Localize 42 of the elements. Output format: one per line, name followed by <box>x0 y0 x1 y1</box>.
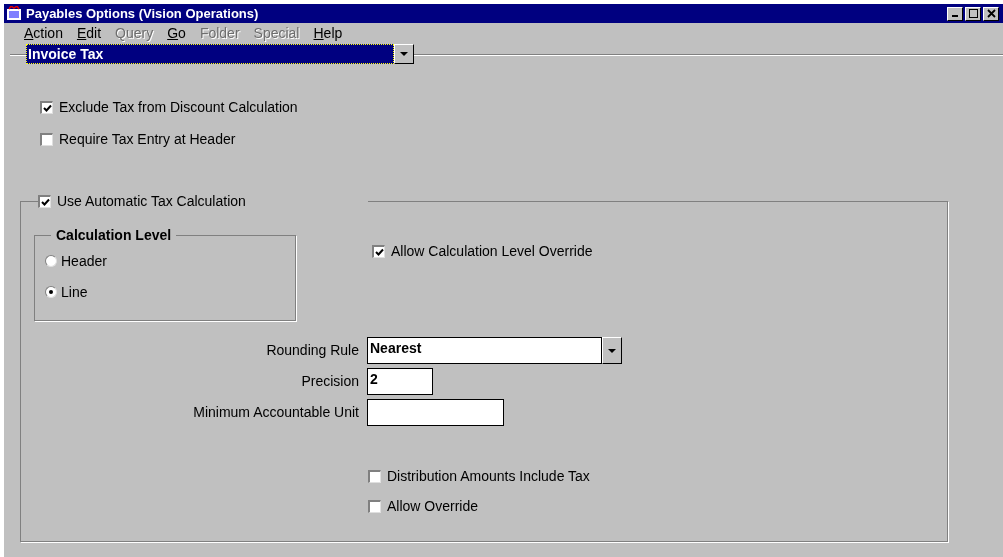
field-label: Rounding Rule <box>265 341 360 360</box>
checkbox[interactable] <box>372 244 385 258</box>
menu-item[interactable]: Go <box>167 23 186 44</box>
radio-button[interactable] <box>45 286 57 298</box>
menu-item[interactable]: Edit <box>76 23 102 44</box>
dropdown-button[interactable] <box>602 337 622 364</box>
caret-icon <box>608 348 616 353</box>
checkmark-icon <box>374 247 384 256</box>
maximize-button[interactable] <box>965 6 981 21</box>
minimize-button[interactable] <box>947 6 963 21</box>
checkbox[interactable] <box>368 469 381 483</box>
close-icon <box>986 9 996 18</box>
region-dropdown[interactable]: Invoice Tax <box>26 44 394 64</box>
rounding-rule-field[interactable]: Nearest <box>367 337 602 364</box>
checkbox-label: Require Tax Entry at Header <box>59 129 236 149</box>
app-icon <box>6 5 22 22</box>
field-label: Minimum Accountable Unit <box>192 403 360 422</box>
checkbox-label: Distribution Amounts Include Tax <box>387 466 590 486</box>
checkbox-label: Allow Calculation Level Override <box>391 241 593 261</box>
group-title: Calculation Level <box>56 227 172 243</box>
checkbox[interactable] <box>40 132 53 146</box>
checkbox[interactable] <box>40 100 53 114</box>
radio-button[interactable] <box>45 255 57 267</box>
checkbox-label: Use Automatic Tax Calculation <box>57 191 246 211</box>
maximize-icon <box>968 9 978 18</box>
checkmark-icon <box>42 103 52 112</box>
checkbox-label: Exclude Tax from Discount Calculation <box>59 97 298 117</box>
menu-item[interactable]: Action <box>24 23 63 44</box>
radio-label: Line <box>61 282 88 302</box>
checkbox[interactable] <box>368 499 381 513</box>
caret-icon <box>400 52 408 56</box>
checkbox-label: Allow Override <box>387 496 479 516</box>
dropdown-button[interactable] <box>394 44 414 64</box>
window-title: Payables Options (Vision Operations) <box>26 4 260 23</box>
menu-item[interactable]: Help <box>313 23 343 44</box>
input-field[interactable]: 2 <box>367 368 433 395</box>
input-field[interactable] <box>367 399 504 426</box>
checkbox[interactable] <box>38 194 51 208</box>
field-label: Precision <box>300 372 360 391</box>
close-button[interactable] <box>983 6 999 21</box>
checkmark-icon <box>40 197 50 206</box>
radio-label: Header <box>61 251 107 271</box>
